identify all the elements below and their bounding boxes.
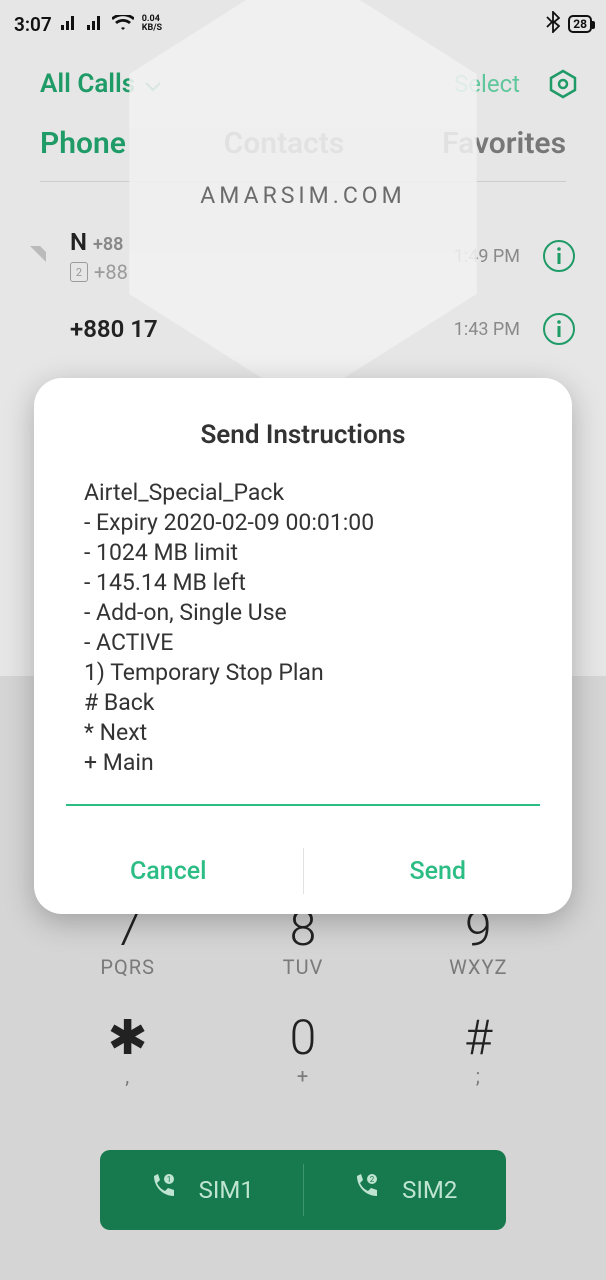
dialog-line: + Main: [84, 748, 522, 778]
key-label: +: [215, 1064, 390, 1088]
key-digit: 0: [215, 1009, 390, 1066]
chevron-down-icon: [145, 69, 161, 99]
key-digit: #: [391, 1009, 566, 1066]
dialog-body: Airtel_Special_Pack - Expiry 2020-02-09 …: [34, 478, 572, 804]
call-number-text: N: [70, 228, 87, 256]
dialog-line: * Next: [84, 718, 522, 748]
sim2-label: SIM2: [402, 1176, 457, 1204]
call-sub2: +88: [94, 260, 128, 284]
key-digit: ✱: [40, 1009, 215, 1066]
info-icon[interactable]: [542, 239, 576, 273]
net-speed-unit: KB/S: [142, 24, 162, 33]
main-tabs: Phone Contacts Favorites: [40, 126, 566, 182]
call-row[interactable]: N +88 2 +88 1:49 PM: [0, 214, 606, 298]
key-star[interactable]: ✱,: [40, 1009, 215, 1088]
key-0[interactable]: 0+: [215, 1009, 390, 1088]
key-label: WXYZ: [391, 955, 566, 979]
status-bar: 3:07 0.04 KB/S 28: [0, 0, 606, 48]
sim1-label: SIM1: [199, 1176, 254, 1204]
tab-contacts[interactable]: Contacts: [224, 126, 345, 161]
net-speed: 0.04 KB/S: [142, 15, 162, 33]
key-label: ,: [40, 1064, 215, 1088]
svg-text:2: 2: [370, 1175, 375, 1184]
battery-indicator: 28: [568, 15, 592, 33]
call-body: +880 17: [50, 315, 454, 343]
battery-level: 28: [573, 17, 587, 31]
sim-call-bar: 1 SIM1 2 SIM2: [100, 1150, 506, 1230]
phone-icon: 1: [149, 1173, 177, 1207]
call-body: N +88 2 +88: [50, 228, 454, 284]
call-number: +880 17: [70, 315, 454, 343]
dialpad-row: ✱, 0+ #;: [40, 1009, 566, 1088]
app-header: All Calls Select: [0, 56, 606, 112]
dialog-line: - 1024 MB limit: [84, 538, 522, 568]
ussd-dialog: Send Instructions Airtel_Special_Pack - …: [34, 378, 572, 914]
dialog-actions: Cancel Send: [34, 828, 572, 914]
dialog-input-underline[interactable]: [66, 804, 540, 806]
call-time: 1:43 PM: [454, 319, 520, 340]
wifi-icon: [112, 13, 134, 36]
sim2-call-button[interactable]: 2 SIM2: [304, 1150, 507, 1230]
call-time: 1:49 PM: [454, 246, 520, 267]
send-button[interactable]: Send: [304, 828, 573, 914]
call-number: N +88: [70, 228, 454, 256]
cancel-button[interactable]: Cancel: [34, 828, 303, 914]
tab-favorites[interactable]: Favorites: [442, 126, 566, 161]
dialog-title: Send Instructions: [34, 378, 572, 478]
key-hash[interactable]: #;: [391, 1009, 566, 1088]
phone-icon: 2: [352, 1173, 380, 1207]
call-subline: 2 +88: [70, 260, 454, 284]
dialog-line: Airtel_Special_Pack: [84, 478, 522, 508]
dialog-line: - Add-on, Single Use: [84, 598, 522, 628]
header-actions: Select: [454, 69, 578, 99]
dialog-line: - ACTIVE: [84, 628, 522, 658]
status-right: 28: [546, 11, 592, 38]
tab-phone[interactable]: Phone: [40, 126, 126, 161]
dialog-line: - Expiry 2020-02-09 00:01:00: [84, 508, 522, 538]
dialog-line: - 145.14 MB left: [84, 568, 522, 598]
key-label: TUV: [215, 955, 390, 979]
key-label: ;: [391, 1064, 566, 1088]
dialog-line: # Back: [84, 688, 522, 718]
status-left: 3:07 0.04 KB/S: [14, 13, 162, 36]
calls-filter-dropdown[interactable]: All Calls: [40, 69, 161, 99]
dialpad: 7PQRS 8TUV 9WXYZ ✱, 0+ #;: [40, 900, 566, 1088]
sim-badge-icon: 2: [70, 262, 88, 282]
bluetooth-icon: [546, 11, 560, 38]
call-sub1: +88: [93, 234, 123, 255]
call-list: N +88 2 +88 1:49 PM +880 17 1:43 PM: [0, 214, 606, 360]
signal-1-icon: [60, 13, 78, 36]
sim1-call-button[interactable]: 1 SIM1: [100, 1150, 303, 1230]
svg-text:1: 1: [166, 1175, 171, 1184]
calls-filter-label: All Calls: [40, 69, 135, 99]
dialog-line: 1) Temporary Stop Plan: [84, 658, 522, 688]
signal-2-icon: [86, 13, 104, 36]
select-button[interactable]: Select: [454, 70, 520, 98]
settings-icon[interactable]: [548, 69, 578, 99]
screen: 3:07 0.04 KB/S 28 All Calls: [0, 0, 606, 1280]
info-icon[interactable]: [542, 312, 576, 346]
key-label: PQRS: [40, 955, 215, 979]
clock: 3:07: [14, 13, 52, 36]
tag-icon: [28, 244, 50, 268]
call-row[interactable]: +880 17 1:43 PM: [0, 298, 606, 360]
